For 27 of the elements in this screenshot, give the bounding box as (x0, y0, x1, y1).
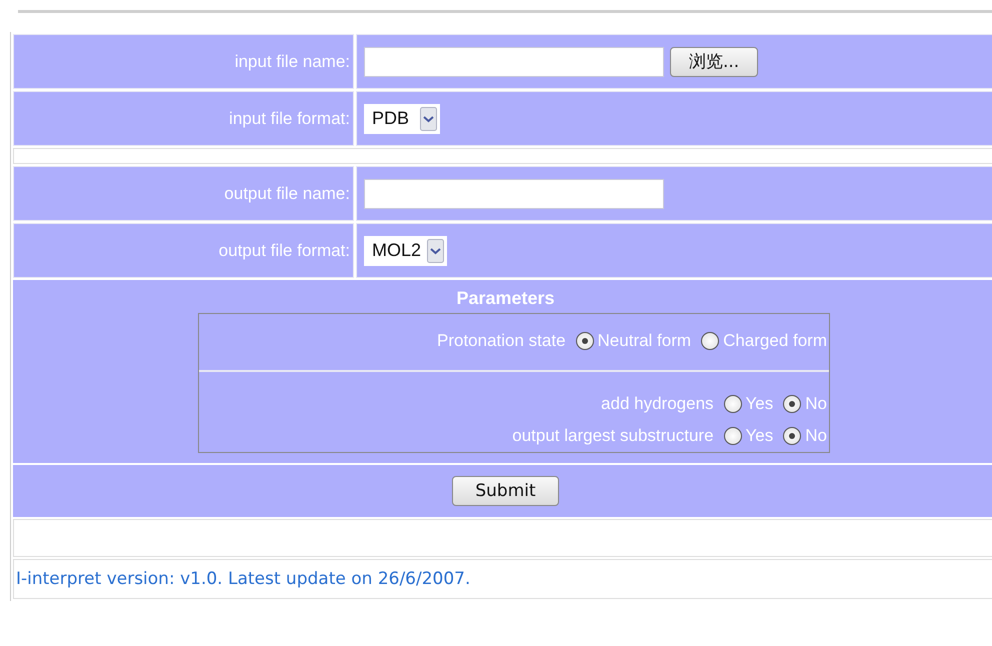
browse-button[interactable]: 浏览... (670, 46, 758, 76)
radio-label: Charged form (723, 331, 827, 351)
footer-text: I-interpret version: v1.0. Latest update on 26/6/2007. (15, 569, 470, 589)
radio-label: Yes (746, 394, 774, 414)
file-name-field[interactable] (364, 46, 664, 76)
radio-button[interactable] (576, 332, 594, 350)
radio-label: No (805, 394, 827, 414)
radio-label: Yes (746, 426, 774, 446)
parameter-label: output largest substructure (512, 426, 714, 446)
field-label: input file format: (229, 108, 350, 128)
submit-button[interactable]: Submit (452, 476, 559, 506)
radio-button[interactable] (783, 427, 802, 445)
format-dropdown[interactable]: MOL2 (364, 236, 448, 266)
radio-button[interactable] (724, 427, 742, 445)
radio-label: Neutral form (598, 331, 692, 351)
parameters-heading: Parameters (455, 288, 556, 309)
radio-button[interactable] (783, 395, 802, 413)
field-label: output file format: (218, 240, 350, 260)
radio-button[interactable] (724, 395, 742, 413)
format-dropdown[interactable]: PDB (364, 104, 440, 134)
radio-button[interactable] (701, 332, 720, 350)
output-name-field[interactable] (364, 178, 664, 208)
field-label: output file name: (224, 184, 350, 202)
parameter-label: add hydrogens (601, 394, 714, 414)
parameter-label: Protonation state (437, 331, 566, 351)
radio-label: No (805, 426, 827, 446)
field-label: input file name: (234, 52, 350, 70)
